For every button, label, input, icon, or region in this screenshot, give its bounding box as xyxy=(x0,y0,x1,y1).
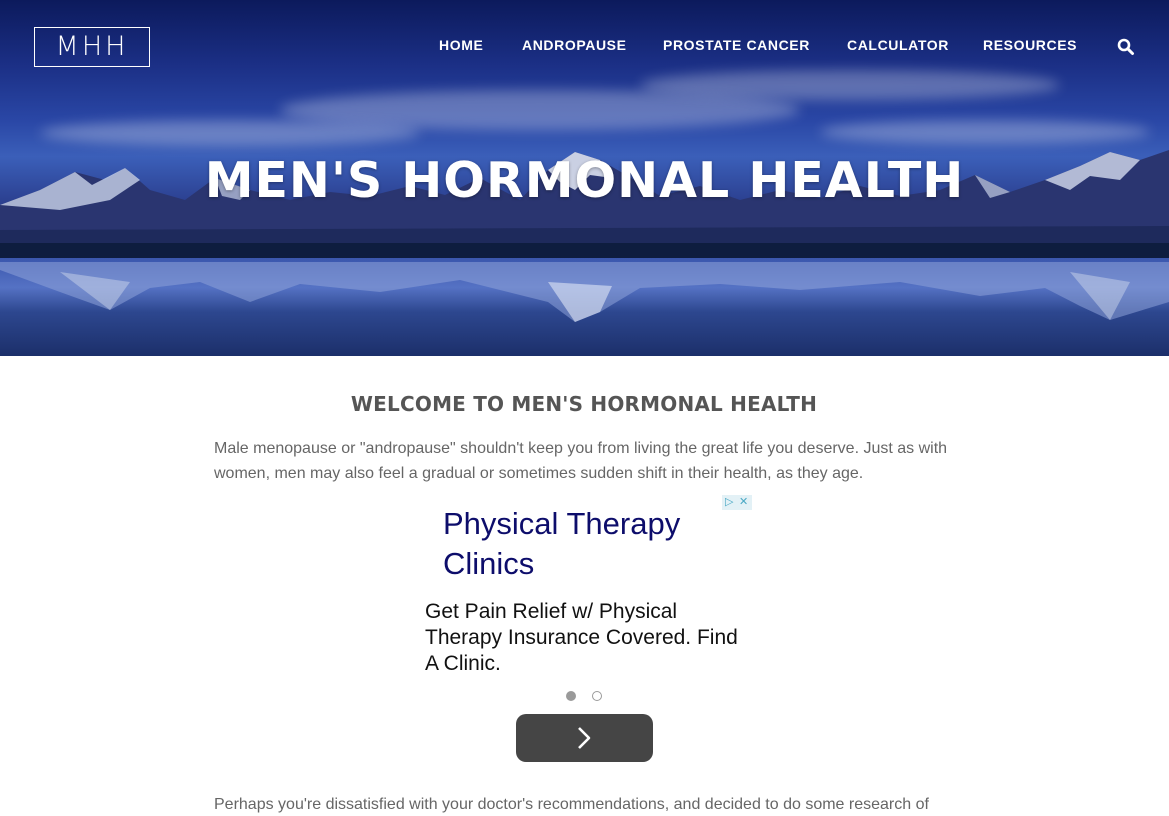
carousel-dot[interactable] xyxy=(592,691,602,701)
nav-item-calculator[interactable]: CALCULATOR xyxy=(847,36,949,54)
hero-title: MEN'S HORMONAL HEALTH xyxy=(204,152,965,209)
body-paragraph: Perhaps you're dissatisfied with your do… xyxy=(214,796,929,813)
ad-next-button[interactable] xyxy=(516,714,653,762)
close-icon[interactable]: ✕ xyxy=(739,495,748,510)
search-icon[interactable] xyxy=(1117,38,1135,56)
carousel-dot-active[interactable] xyxy=(566,691,576,701)
nav-item-prostate-cancer[interactable]: PROSTATE CANCER xyxy=(663,36,810,54)
nav-item-home[interactable]: HOME xyxy=(439,36,483,54)
intro-paragraph: Male menopause or "andropause" shouldn't… xyxy=(214,440,948,482)
ad-headline[interactable]: Physical Therapy Clinics xyxy=(443,504,733,584)
ad-unit[interactable]: ▷ ✕ Physical Therapy Clinics Get Pain Re… xyxy=(416,494,754,770)
lake-reflection xyxy=(0,262,1169,322)
main-nav: HOME ANDROPAUSE PROSTATE CANCER CALCULAT… xyxy=(0,36,1169,56)
nav-item-resources[interactable]: RESOURCES xyxy=(983,36,1077,54)
page-heading: WELCOME TO MEN'S HORMONAL HEALTH xyxy=(350,392,818,416)
chevron-right-icon xyxy=(578,727,591,749)
nav-item-andropause[interactable]: ANDROPAUSE xyxy=(522,36,627,54)
hero-banner: MHH HOME ANDROPAUSE PROSTATE CANCER CALC… xyxy=(0,0,1169,356)
ad-body[interactable]: Get Pain Relief w/ Physical Therapy Insu… xyxy=(425,599,745,677)
